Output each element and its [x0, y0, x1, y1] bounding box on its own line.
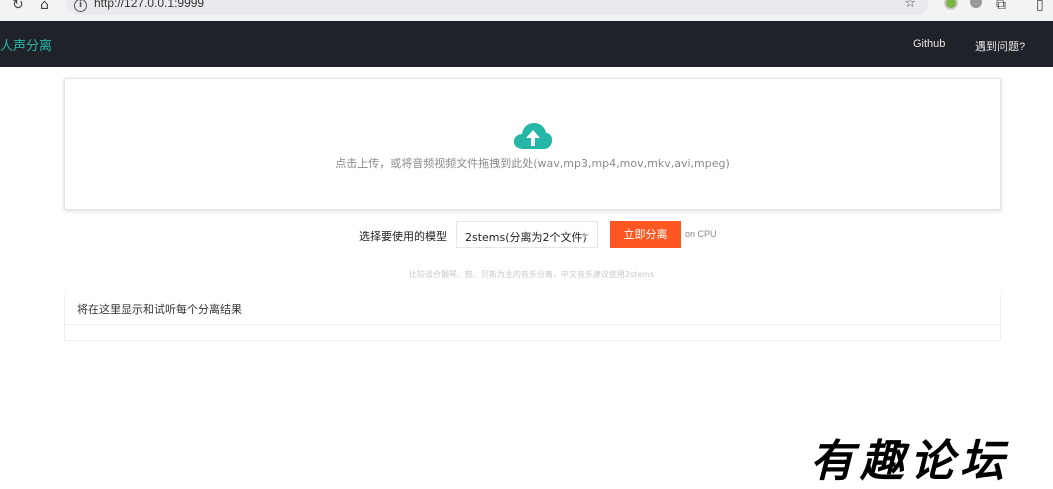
reload-icon[interactable]: ↻ [12, 0, 24, 13]
home-icon[interactable]: ⌂ [40, 0, 49, 13]
url-text: http://127.0.0.1:9999 [94, 0, 205, 10]
cloud-upload-icon [513, 123, 553, 149]
results-placeholder: 将在这里显示和试听每个分离结果 [77, 303, 242, 316]
adblock-extension-icon[interactable] [970, 0, 982, 8]
bookmark-star-icon[interactable]: ☆ [904, 0, 916, 11]
model-select-value: 2stems(分离为2个文件) [465, 231, 587, 244]
watermark-text: 有趣论坛 [810, 436, 1010, 487]
nav-link-help[interactable]: 遇到问题? [975, 38, 1025, 54]
model-label: 选择要使用的模型 [359, 230, 447, 243]
device-status-text: on CPU [685, 229, 717, 239]
browser-toolbar: ↻ ⌂ i http://127.0.0.1:9999 ☆ ⧉ ▯ [0, 0, 1053, 21]
extensions-puzzle-icon[interactable]: ⧉ [996, 0, 1006, 13]
results-divider [65, 324, 1000, 325]
brand-title[interactable]: 人声分离 [0, 35, 52, 54]
upload-dropzone[interactable]: 点击上传，或将音频视频文件拖拽到此处(wav,mp3,mp4,mov,mkv,a… [64, 78, 1001, 210]
results-panel: 将在这里显示和试听每个分离结果 [64, 294, 1001, 341]
model-select[interactable]: 2stems(分离为2个文件) [456, 221, 598, 248]
upload-hint-text: 点击上传，或将音频视频文件拖拽到此处(wav,mp3,mp4,mov,mkv,a… [335, 157, 730, 170]
info-icon[interactable]: i [74, 0, 87, 12]
model-tip-text: 比较适合钢琴、鼓、贝斯为主的音乐分离，中文音乐建议使用2stems [408, 270, 655, 279]
address-bar[interactable]: i http://127.0.0.1:9999 ☆ [66, 0, 928, 15]
start-separation-button[interactable]: 立即分离 [610, 221, 681, 248]
top-navbar: 人声分离 Github 遇到问题? [0, 21, 1053, 67]
chevron-down-icon [581, 234, 589, 238]
extension-green-icon[interactable] [944, 0, 958, 10]
nav-link-github[interactable]: Github [913, 38, 945, 50]
side-panel-icon[interactable]: ▯ [1036, 0, 1044, 13]
